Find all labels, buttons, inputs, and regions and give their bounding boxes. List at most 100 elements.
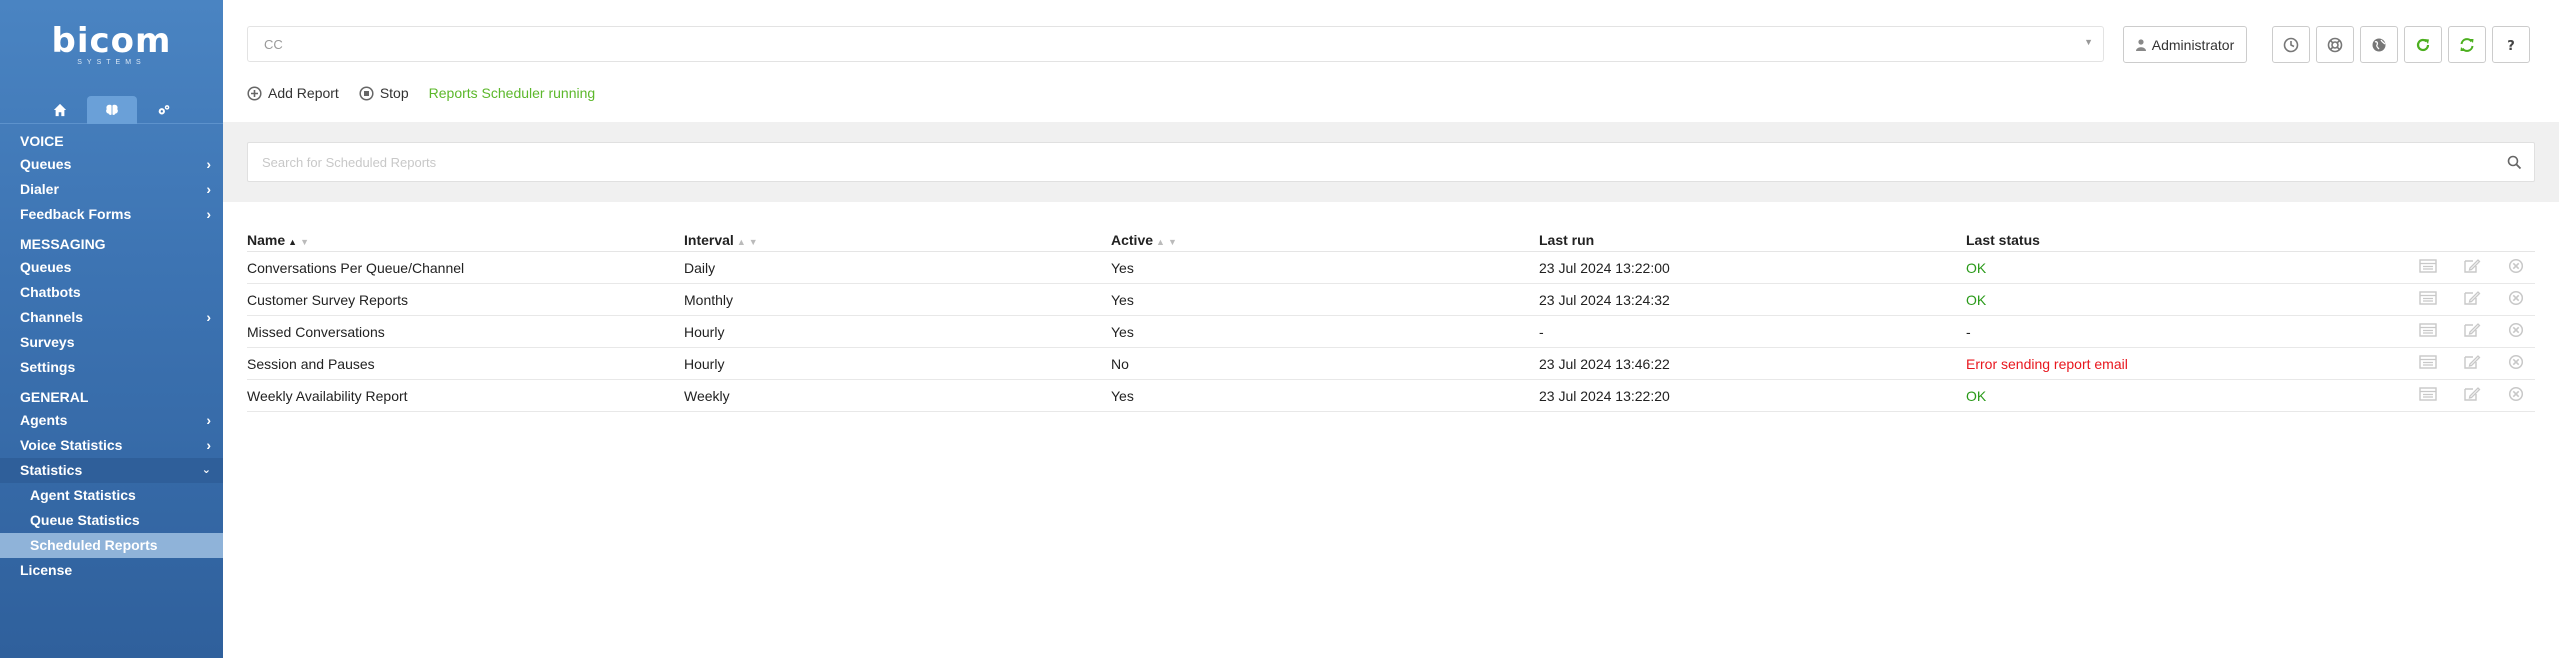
lifebuoy-icon	[2327, 37, 2343, 52]
column-name[interactable]: Name ▲ ▼	[247, 232, 684, 248]
sidebar-item-feedback-forms[interactable]: Feedback Forms ›	[0, 202, 223, 227]
section-voice-title: VOICE	[20, 133, 64, 149]
view-log-button[interactable]	[2419, 354, 2437, 373]
sidebar-item-chatbots[interactable]: Chatbots	[0, 280, 223, 305]
sidebar-item-scheduled-reports[interactable]: Scheduled Reports	[0, 533, 223, 558]
tab-brain[interactable]	[86, 96, 137, 124]
sync-button[interactable]	[2448, 26, 2486, 63]
table-row[interactable]: Conversations Per Queue/Channel Daily Ye…	[247, 252, 2535, 284]
stop-label: Stop	[379, 85, 409, 101]
row-actions	[2366, 258, 2535, 277]
edit-button[interactable]	[2463, 258, 2481, 277]
table-row[interactable]: Customer Survey Reports Monthly Yes 23 J…	[247, 284, 2535, 316]
edit-button[interactable]	[2463, 386, 2481, 405]
section-messaging-title: MESSAGING	[20, 236, 106, 252]
user-menu-button[interactable]: Administrator	[2123, 26, 2247, 63]
log-icon	[2419, 291, 2437, 305]
view-log-button[interactable]	[2419, 322, 2437, 341]
table-row[interactable]: Session and Pauses Hourly No 23 Jul 2024…	[247, 348, 2535, 380]
log-icon	[2419, 355, 2437, 369]
edit-icon	[2464, 355, 2481, 369]
tab-home[interactable]	[35, 96, 85, 124]
column-interval[interactable]: Interval ▲ ▼	[684, 232, 1111, 248]
cell-interval: Monthly	[684, 291, 734, 308]
home-icon	[53, 103, 66, 117]
edit-button[interactable]	[2463, 354, 2481, 373]
table-row[interactable]: Weekly Availability Report Weekly Yes 23…	[247, 380, 2535, 412]
scheduler-status: Reports Scheduler running	[428, 85, 596, 101]
logo-wordmark: bicom	[51, 21, 172, 61]
delete-button[interactable]	[2507, 386, 2525, 405]
stop-circle-icon	[359, 85, 374, 101]
edit-button[interactable]	[2463, 290, 2481, 309]
cell-active: Yes	[1111, 291, 1134, 308]
cell-last-run: -	[1539, 323, 1544, 340]
cell-last-run: 23 Jul 2024 13:24:32	[1539, 291, 1670, 308]
sort-asc-icon: ▲	[736, 237, 746, 247]
sort-desc-icon: ▼	[300, 237, 309, 247]
sync-icon	[2460, 37, 2474, 52]
view-log-button[interactable]	[2419, 386, 2437, 405]
tab-settings[interactable]	[139, 96, 189, 124]
sidebar-item-label: License	[20, 562, 73, 578]
delete-button[interactable]	[2507, 258, 2525, 277]
header-icon-buttons: ?	[2272, 26, 2530, 63]
language-button[interactable]	[2360, 26, 2398, 63]
sort-desc-icon: ▼	[1167, 237, 1177, 247]
close-circle-icon	[2508, 290, 2524, 306]
delete-button[interactable]	[2507, 290, 2525, 309]
cell-last-run: 23 Jul 2024 13:46:22	[1539, 355, 1670, 372]
tenant-select[interactable]: CC ▼	[247, 26, 2104, 62]
sidebar-item-label: Queue Statistics	[30, 512, 140, 528]
refresh-icon	[2416, 38, 2430, 51]
sidebar-item-agent-statistics[interactable]: Agent Statistics	[0, 483, 223, 508]
sidebar-item-surveys[interactable]: Surveys	[0, 330, 223, 355]
add-report-button[interactable]: Add Report	[247, 85, 339, 101]
log-icon	[2419, 259, 2437, 273]
support-button[interactable]	[2316, 26, 2354, 63]
sidebar-item-queue-statistics[interactable]: Queue Statistics	[0, 508, 223, 533]
edit-button[interactable]	[2463, 322, 2481, 341]
sidebar-item-license[interactable]: License	[0, 558, 223, 583]
cell-name: Conversations Per Queue/Channel	[247, 259, 465, 276]
main-content: CC ▼ Administrator ? Add Report Stop Rep…	[223, 0, 2559, 658]
sidebar-item-agents[interactable]: Agents ›	[0, 408, 223, 433]
search-icon[interactable]	[2507, 155, 2522, 170]
help-button[interactable]: ?	[2492, 26, 2530, 63]
sidebar-item-voice-statistics[interactable]: Voice Statistics ›	[0, 433, 223, 458]
edit-icon	[2464, 291, 2481, 305]
stop-button[interactable]: Stop	[359, 85, 409, 101]
delete-button[interactable]	[2507, 354, 2525, 373]
view-log-button[interactable]	[2419, 290, 2437, 309]
delete-button[interactable]	[2507, 322, 2525, 341]
view-log-button[interactable]	[2419, 258, 2437, 277]
gears-icon	[158, 105, 169, 115]
section-general-title: GENERAL	[20, 389, 89, 405]
cell-last-run: 23 Jul 2024 13:22:20	[1539, 387, 1670, 404]
row-actions	[2366, 354, 2535, 373]
refresh-button[interactable]	[2404, 26, 2442, 63]
sidebar-item-channels[interactable]: Channels ›	[0, 305, 223, 330]
search-input[interactable]	[248, 143, 2534, 181]
sidebar-item-voice-queues[interactable]: Queues ›	[0, 152, 223, 177]
plus-circle-icon	[247, 85, 262, 101]
column-last-run: Last run	[1539, 232, 1595, 248]
sort-desc-icon: ▼	[748, 237, 758, 247]
sidebar-item-label: Dialer	[20, 181, 59, 197]
close-circle-icon	[2508, 354, 2524, 370]
search-box	[247, 142, 2535, 182]
sidebar-item-dialer[interactable]: Dialer ›	[0, 177, 223, 202]
table-row[interactable]: Missed Conversations Hourly Yes - -	[247, 316, 2535, 348]
sidebar-item-settings[interactable]: Settings	[0, 355, 223, 380]
sidebar-item-label: Queues	[20, 259, 72, 275]
cell-last-status: -	[1966, 323, 1971, 340]
sidebar-item-label: Agents	[20, 412, 68, 428]
history-button[interactable]	[2272, 26, 2310, 63]
sidebar-item-statistics[interactable]: Statistics ⌄	[0, 458, 223, 483]
column-active[interactable]: Active ▲ ▼	[1111, 232, 1539, 248]
sidebar-item-label: Agent Statistics	[30, 487, 136, 503]
cell-interval: Hourly	[684, 355, 725, 372]
log-icon	[2419, 323, 2437, 337]
scheduled-reports-table: Name ▲ ▼ Interval ▲ ▼ Active ▲ ▼ Last run Last…	[247, 230, 2535, 412]
sidebar-item-messaging-queues[interactable]: Queues	[0, 255, 223, 280]
